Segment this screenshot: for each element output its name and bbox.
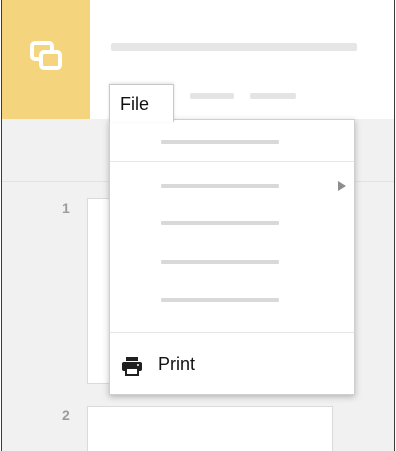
menu-item-label-placeholder bbox=[161, 140, 279, 144]
menu-item[interactable] bbox=[110, 245, 354, 281]
slides-logo-icon bbox=[30, 41, 62, 70]
menu-item-label-placeholder bbox=[161, 184, 279, 188]
menu-item[interactable] bbox=[110, 125, 354, 161]
menu-item-submenu[interactable] bbox=[110, 168, 354, 204]
document-title-placeholder[interactable] bbox=[111, 43, 357, 51]
menu-placeholder-edit[interactable] bbox=[190, 93, 234, 99]
file-menu-dropdown: Print bbox=[109, 119, 355, 395]
menu-item[interactable] bbox=[110, 206, 354, 242]
submenu-arrow-icon bbox=[338, 181, 346, 191]
slide-number: 2 bbox=[62, 407, 70, 423]
menu-item[interactable] bbox=[110, 283, 354, 319]
menu-separator bbox=[110, 161, 354, 162]
menu-file[interactable]: File bbox=[109, 84, 174, 122]
menu-item-label-placeholder bbox=[161, 298, 279, 302]
app-logo[interactable] bbox=[2, 0, 90, 119]
slide-number: 1 bbox=[62, 200, 70, 216]
print-label: Print bbox=[158, 354, 196, 374]
menu-item-label-placeholder bbox=[161, 260, 279, 264]
menu-item-label-placeholder bbox=[161, 221, 279, 225]
menu-file-label: File bbox=[120, 94, 150, 114]
slide-thumbnail[interactable] bbox=[87, 406, 333, 451]
app-window: 1 2 File Print bbox=[1, 0, 395, 451]
print-menu-item[interactable]: Print bbox=[110, 346, 354, 386]
menu-separator bbox=[110, 332, 354, 333]
menu-placeholder-view[interactable] bbox=[250, 93, 296, 99]
printer-icon bbox=[122, 357, 142, 376]
